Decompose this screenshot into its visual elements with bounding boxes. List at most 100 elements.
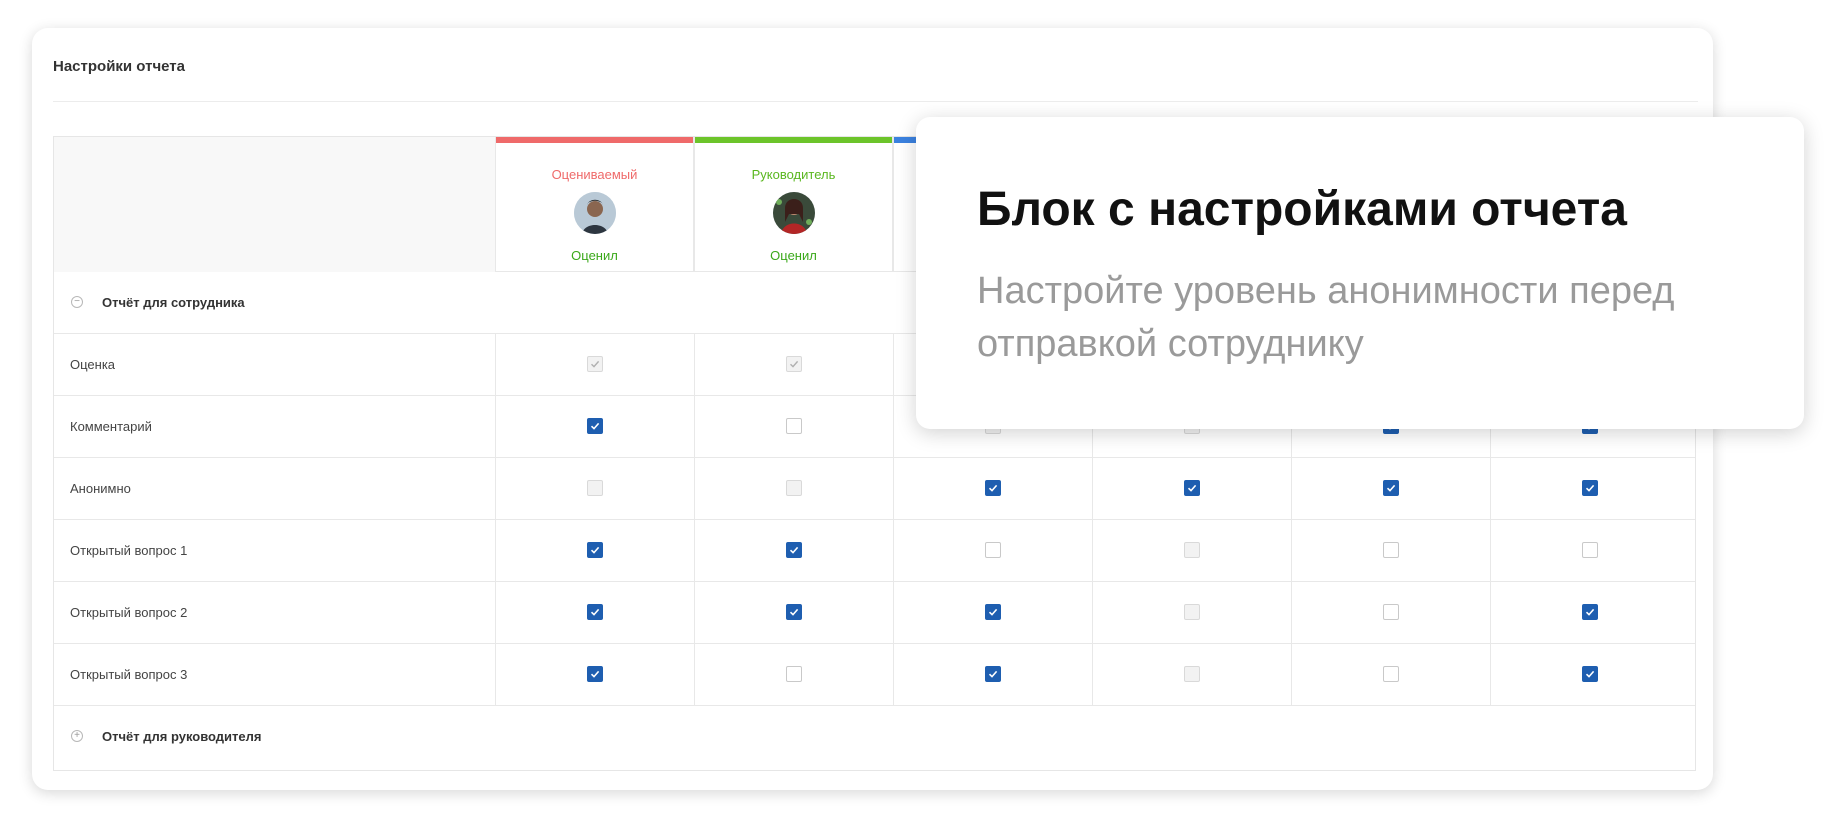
checkbox (786, 480, 802, 496)
column-header-manager: Руководитель Оценил (694, 137, 893, 272)
checkmark-icon (790, 360, 799, 368)
checkbox[interactable] (985, 480, 1001, 496)
table-cell (1291, 520, 1490, 581)
checkmark-icon (1585, 484, 1595, 492)
callout-subtext: Настройте уровень анонимности перед отпр… (977, 270, 1675, 365)
table-cell (694, 458, 893, 519)
table-cell (1490, 644, 1689, 705)
checkmark-icon (789, 608, 799, 616)
column-color-bar (695, 137, 892, 143)
checkmark-icon (590, 422, 600, 430)
table-cell (893, 520, 1092, 581)
table-cell (694, 520, 893, 581)
checkmark-icon (988, 484, 998, 492)
checkbox (1184, 542, 1200, 558)
checkbox[interactable] (786, 604, 802, 620)
checkbox (587, 356, 603, 372)
checkbox (1184, 666, 1200, 682)
avatar[interactable] (574, 192, 616, 234)
checkmark-icon (590, 608, 600, 616)
checkmark-icon (1585, 608, 1595, 616)
checkbox[interactable] (985, 542, 1001, 558)
table-cell (1092, 582, 1291, 643)
checkmark-icon (1585, 670, 1595, 678)
expand-icon[interactable]: + (71, 730, 83, 742)
column-status: Оценил (571, 248, 618, 263)
checkmark-icon (1187, 484, 1197, 492)
table-cell (1092, 644, 1291, 705)
checkbox[interactable] (1383, 480, 1399, 496)
checkbox[interactable] (587, 418, 603, 434)
column-header-evaluated: Оцениваемый Оценил (495, 137, 694, 272)
tooltip-callout: Блок с настройками отчета Настройте уров… (916, 117, 1804, 429)
table-cell (1490, 458, 1689, 519)
table-cell (694, 396, 893, 457)
checkmark-icon (789, 546, 799, 554)
row-label: Анонимно (70, 481, 131, 496)
checkbox[interactable] (1582, 666, 1598, 682)
checkmark-icon (988, 670, 998, 678)
callout-heading: Блок с настройками отчета (977, 183, 1627, 236)
checkbox[interactable] (985, 604, 1001, 620)
column-role-label: Руководитель (751, 167, 836, 182)
section-manager-report[interactable]: + Отчёт для руководителя (54, 706, 1695, 768)
checkbox[interactable] (587, 666, 603, 682)
checkbox[interactable] (1582, 604, 1598, 620)
checkbox[interactable] (1383, 604, 1399, 620)
table-row: Анонимно (54, 458, 1695, 520)
checkbox[interactable] (786, 542, 802, 558)
table-cell (495, 644, 694, 705)
checkbox[interactable] (587, 604, 603, 620)
header-blank-cell (54, 137, 496, 273)
checkbox[interactable] (1383, 542, 1399, 558)
column-color-bar (496, 137, 693, 143)
column-role-label: Оцениваемый (551, 167, 638, 182)
checkmark-icon (1386, 484, 1396, 492)
row-label: Открытый вопрос 3 (70, 667, 188, 682)
table-cell (495, 520, 694, 581)
table-cell (1490, 520, 1689, 581)
row-label: Оценка (70, 357, 116, 372)
checkmark-icon (988, 608, 998, 616)
table-cell (1092, 458, 1291, 519)
checkbox[interactable] (1184, 480, 1200, 496)
checkbox[interactable] (1383, 666, 1399, 682)
table-cell (694, 582, 893, 643)
checkbox (1184, 604, 1200, 620)
table-cell (495, 458, 694, 519)
table-cell (893, 458, 1092, 519)
card-divider (53, 101, 1698, 102)
section-label: Отчёт для руководителя (102, 729, 262, 744)
table-cell (1291, 458, 1490, 519)
table-cell (1291, 582, 1490, 643)
row-label: Комментарий (70, 419, 152, 434)
row-label: Открытый вопрос 2 (70, 605, 188, 620)
table-cell (694, 644, 893, 705)
table-cell (495, 334, 694, 395)
checkbox (587, 480, 603, 496)
collapse-icon[interactable]: − (71, 296, 83, 308)
checkbox[interactable] (786, 666, 802, 682)
checkbox[interactable] (1582, 542, 1598, 558)
checkbox (786, 356, 802, 372)
table-cell (1092, 520, 1291, 581)
table-cell (1490, 582, 1689, 643)
checkbox[interactable] (587, 542, 603, 558)
table-cell (1291, 644, 1490, 705)
table-row: Открытый вопрос 1 (54, 520, 1695, 582)
table-cell (495, 396, 694, 457)
table-cell (495, 582, 694, 643)
avatar[interactable] (773, 192, 815, 234)
table-row: Открытый вопрос 2 (54, 582, 1695, 644)
table-cell (893, 582, 1092, 643)
column-status: Оценил (770, 248, 817, 263)
checkbox[interactable] (786, 418, 802, 434)
table-cell (694, 334, 893, 395)
checkmark-icon (590, 670, 600, 678)
table-cell (893, 644, 1092, 705)
checkbox[interactable] (1582, 480, 1598, 496)
section-label: Отчёт для сотрудника (102, 295, 245, 310)
checkbox[interactable] (985, 666, 1001, 682)
checkmark-icon (591, 360, 600, 368)
row-label: Открытый вопрос 1 (70, 543, 188, 558)
